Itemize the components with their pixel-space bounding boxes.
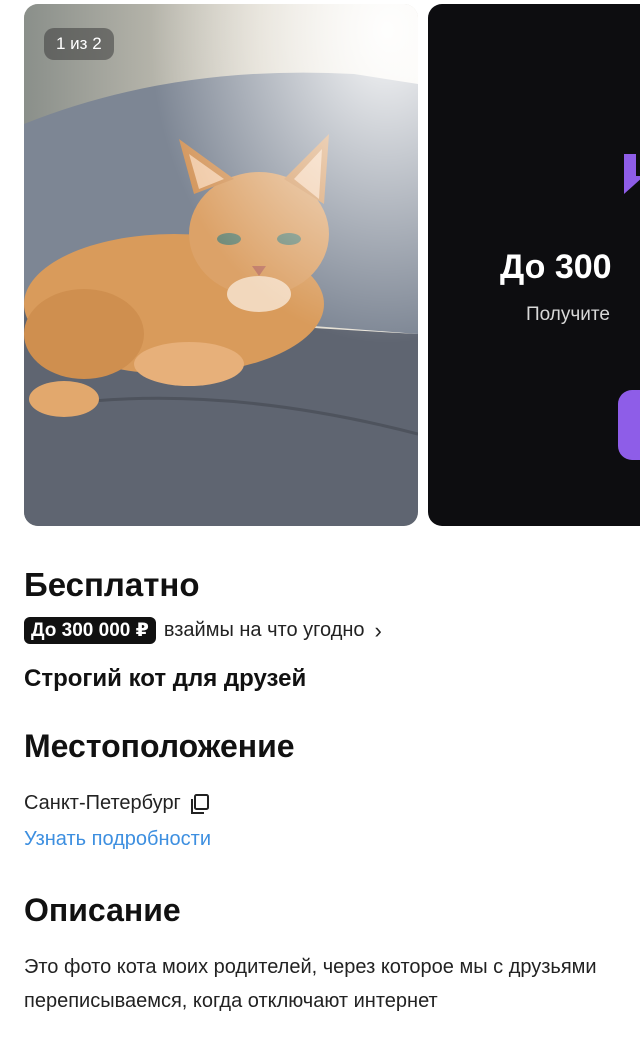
ad-subtitle: Получите <box>526 304 610 325</box>
price: Бесплатно <box>24 566 200 603</box>
listing-title: Строгий кот для друзей <box>24 665 307 692</box>
description-heading: Описание <box>24 892 181 928</box>
arrow-down-icon <box>624 154 640 194</box>
listing-photo[interactable] <box>24 4 418 526</box>
description-text: Это фото кота моих родителей, через кото… <box>24 956 597 1012</box>
location-details-link[interactable]: Узнать подробности <box>24 828 211 851</box>
location-address: Санкт-Петербург <box>24 792 211 815</box>
ad-banner[interactable]: До 300 Получите <box>428 4 640 526</box>
photo-counter: 1 из 2 <box>44 28 114 60</box>
copy-icon[interactable] <box>189 793 211 815</box>
loan-badge: До 300 000 ₽ <box>24 617 156 644</box>
loan-text: взаймы на что угодно <box>163 619 365 641</box>
ad-title: До 300 <box>500 248 612 286</box>
image-carousel[interactable]: 1 из 2 До 300 Получите <box>0 0 640 530</box>
city-name: Санкт-Петербург <box>24 792 181 814</box>
chevron-right-icon: › <box>374 617 382 643</box>
location-heading: Местоположение <box>24 728 295 764</box>
loan-offer-link[interactable]: До 300 000 ₽ взаймы на что угодно › <box>24 617 382 644</box>
cat-on-sofa-image <box>24 4 418 526</box>
ad-cta-button[interactable] <box>618 390 640 460</box>
